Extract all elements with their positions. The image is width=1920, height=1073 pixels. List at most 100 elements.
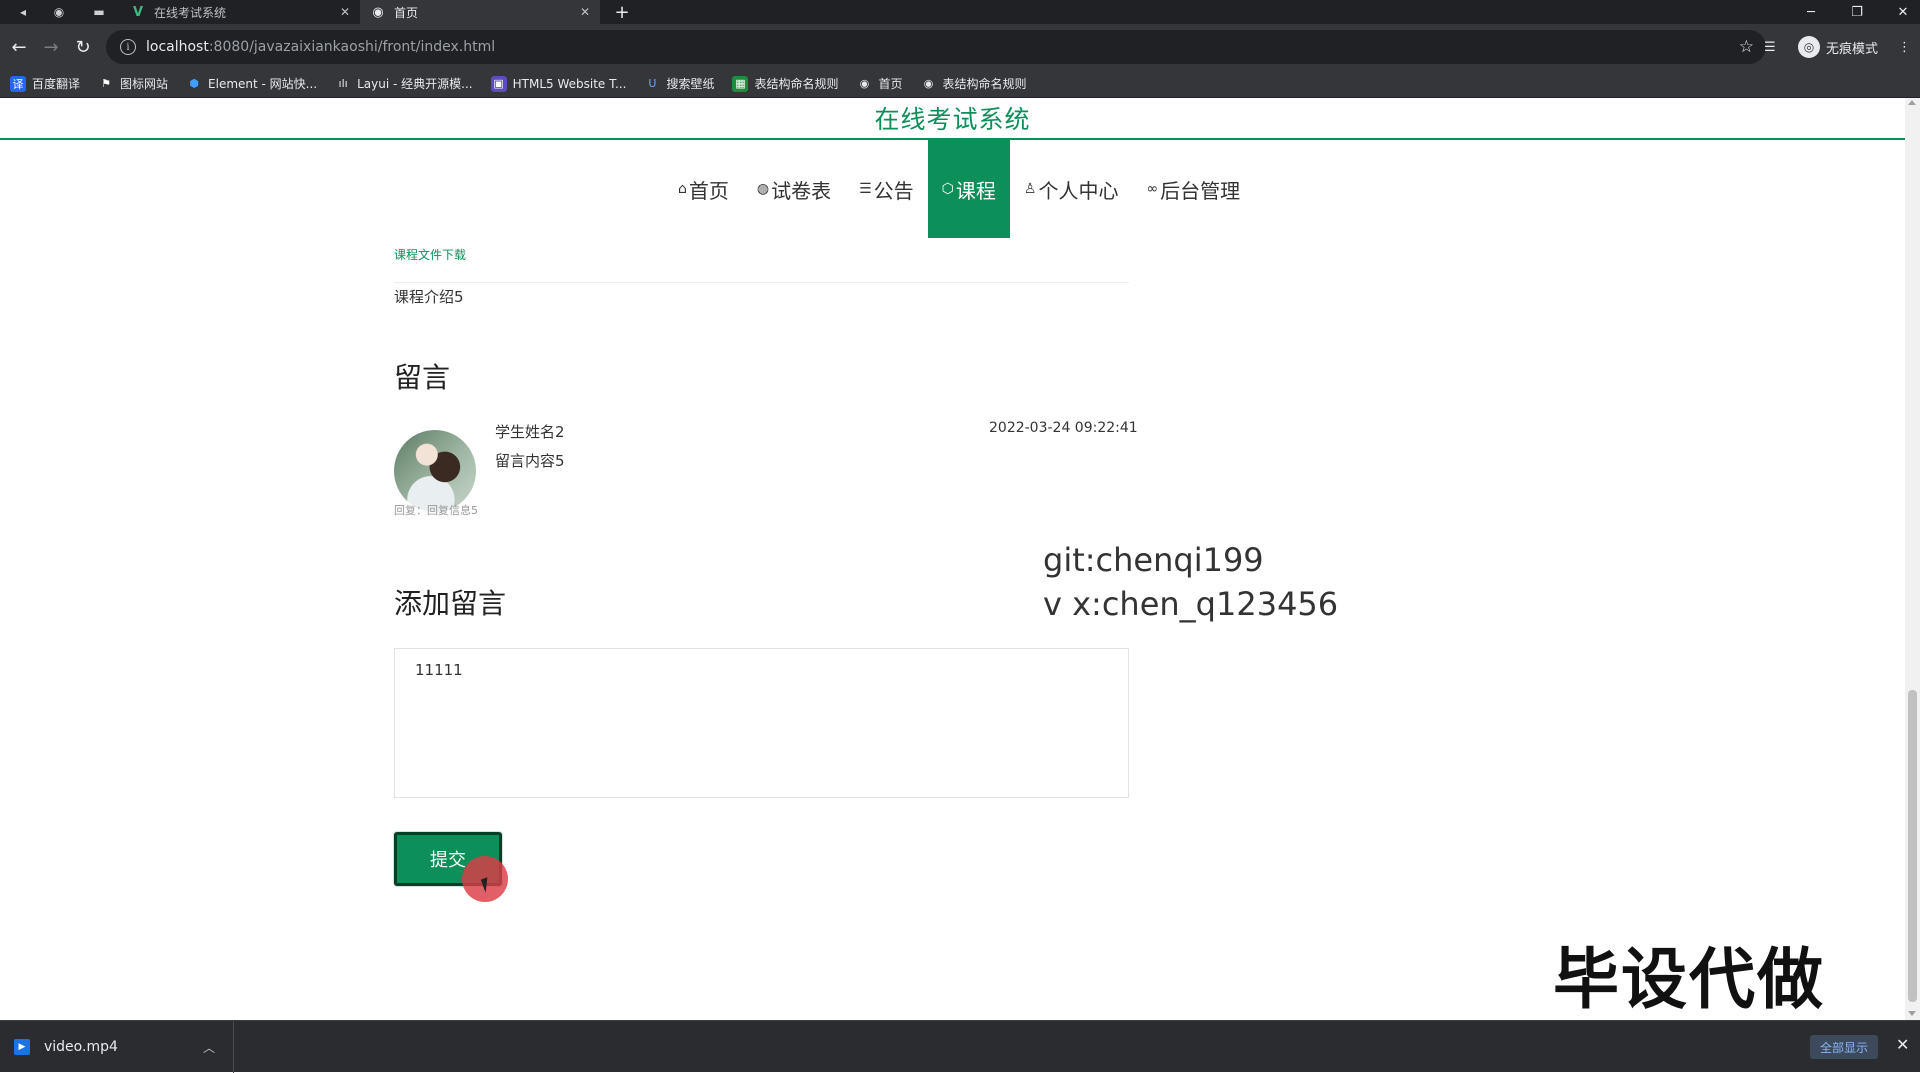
sheet-icon: ▦ (732, 75, 749, 92)
globe-icon: ◍ (756, 181, 770, 197)
nav-item-admin[interactable]: ∞ 后台管理 (1132, 140, 1254, 238)
bookmark-label: 图标网站 (120, 77, 169, 91)
bookmark-star-icon[interactable]: ☆ (1739, 37, 1754, 57)
url-host: localhost (146, 39, 209, 55)
incognito-label: 无痕模式 (1826, 41, 1879, 57)
link-icon: ∞ (1146, 181, 1159, 197)
nav-label: 试卷表 (771, 178, 832, 203)
nav-label: 课程 (955, 178, 996, 203)
home-icon: ⌂ (678, 181, 687, 197)
layui-logo-icon: ılı (338, 77, 348, 90)
download-shelf: ▶ video.mp4 ︿ 全部显示 ✕ (0, 1020, 1920, 1073)
bookmark-label: 百度翻译 (32, 77, 81, 91)
scroll-up-icon[interactable] (1908, 100, 1916, 105)
bookmark-item[interactable]: ▦ 表结构命名规则 (732, 75, 838, 92)
url-path: :8080/javazaixiankaoshi/front/index.html (208, 39, 496, 55)
nav-item-announcements[interactable]: ☰ 公告 (845, 140, 928, 238)
video-file-icon: ▶ (14, 1039, 30, 1055)
nav-label: 个人中心 (1038, 178, 1119, 203)
wechat-text: v x:chen_q123456 (1043, 585, 1339, 623)
bookmark-label: 搜索壁纸 (666, 77, 715, 91)
baidu-translate-icon: 译 (10, 75, 26, 92)
layers-icon: ☰ (859, 181, 872, 197)
user-icon: ♙ (1023, 181, 1037, 197)
nav-item-courses[interactable]: ⬡ 课程 (927, 140, 1010, 238)
bookmark-item[interactable]: ⚑ 图标网站 (98, 75, 168, 92)
nav-label: 公告 (873, 178, 914, 203)
reading-list-icon[interactable]: ☰ (1764, 32, 1776, 62)
bookmark-item[interactable]: ◉ 表结构命名规则 (921, 75, 1027, 92)
page-viewport: 在线考试系统 ⌂ 首页 ◍ 试卷表 ☰ 公告 ⬡ 课程 ♙ 个人中心 ∞ 后台管… (0, 98, 1905, 1020)
bookmark-label: 表结构命名规则 (942, 77, 1027, 91)
contact-watermark: git:chenqi199 v x:chen_q123456 (1043, 538, 1338, 626)
globe-icon: ◉ (923, 77, 934, 90)
git-text: git:chenqi199 (1043, 541, 1264, 579)
tab-search-icon[interactable]: ▬ (84, 0, 114, 24)
bookmark-item[interactable]: ▣ HTML5 Website T... (490, 75, 626, 92)
wallpaper-search-icon: U (648, 77, 657, 90)
bookmark-label: 表结构命名规则 (754, 77, 839, 91)
bookmark-label: Element - 网站快... (208, 77, 318, 91)
page-scrollbar[interactable] (1905, 98, 1920, 1020)
bookmarks-bar: 译 百度翻译 ⚑ 图标网站 ⬢ Element - 网站快... ılı Lay… (0, 70, 1920, 98)
new-tab-button[interactable]: + (608, 0, 636, 24)
bookmark-item[interactable]: ◉ 首页 (856, 75, 903, 92)
bookmark-item[interactable]: 译 百度翻译 (10, 75, 80, 92)
commenter-name: 学生姓名2 (495, 423, 565, 441)
close-icon[interactable]: ✕ (1896, 1035, 1909, 1054)
main-nav: ⌂ 首页 ◍ 试卷表 ☰ 公告 ⬡ 课程 ♙ 个人中心 ∞ 后台管理 (664, 140, 1254, 238)
tab-close-icon[interactable]: ✕ (580, 5, 590, 19)
add-comment-heading: 添加留言 (394, 587, 507, 620)
tab-audio-icon[interactable]: ◂ (8, 0, 38, 24)
html5-template-icon: ▣ (490, 75, 507, 92)
scroll-down-icon[interactable] (1908, 1011, 1916, 1016)
tab-home[interactable]: ◉ 首页 ✕ (360, 0, 600, 24)
scrollbar-thumb[interactable] (1908, 690, 1917, 1002)
globe-icon: ◉ (372, 4, 384, 20)
course-intro: 课程介绍5 (394, 288, 464, 306)
site-title: 在线考试系统 (874, 105, 1031, 134)
comment-textarea[interactable] (394, 648, 1129, 798)
globe-icon[interactable]: ◉ (44, 0, 74, 24)
comment-reply: 回复：回复信息5 (394, 504, 478, 517)
nav-item-personal-center[interactable]: ♙ 个人中心 (1010, 140, 1133, 238)
element-logo-icon: ⬢ (189, 77, 199, 90)
forward-arrow-icon[interactable]: → (36, 32, 66, 62)
incognito-profile[interactable]: ◎ 无痕模式 (1798, 32, 1878, 62)
flag-icon: ⚑ (101, 77, 111, 90)
chevron-up-icon[interactable]: ︿ (203, 1039, 215, 1056)
restore-icon[interactable]: ❐ (1834, 0, 1880, 24)
reload-icon[interactable]: ↻ (68, 32, 98, 62)
close-window-icon[interactable]: ✕ (1880, 0, 1920, 24)
tab-close-icon[interactable]: ✕ (340, 5, 350, 19)
divider (394, 282, 1129, 283)
bookmark-label: 首页 (878, 77, 903, 91)
minimize-icon[interactable]: ─ (1788, 0, 1834, 24)
comment-timestamp: 2022-03-24 09:22:41 (989, 420, 1138, 436)
back-arrow-icon[interactable]: ← (4, 32, 34, 62)
browser-menu-icon[interactable]: ⋮ (1898, 32, 1911, 62)
nav-item-home[interactable]: ⌂ 首页 (664, 140, 743, 238)
bookmark-item[interactable]: ⬢ Element - 网站快... (186, 75, 317, 92)
download-file-name: video.mp4 (44, 1039, 118, 1055)
show-all-downloads-button[interactable]: 全部显示 (1810, 1035, 1879, 1059)
site-info-icon[interactable]: i (120, 39, 136, 55)
comment-content: 留言内容5 (495, 452, 565, 470)
bookmark-item[interactable]: ılı Layui - 经典开源模... (335, 75, 473, 92)
vue-logo-icon: V (132, 4, 144, 20)
nav-item-exam-papers[interactable]: ◍ 试卷表 (743, 140, 845, 238)
tab-exam-system[interactable]: V 在线考试系统 ✕ (120, 0, 360, 24)
address-bar[interactable]: i localhost:8080/javazaixiankaoshi/front… (106, 30, 1766, 64)
bookmark-label: Layui - 经典开源模... (357, 77, 473, 91)
course-file-download-link[interactable]: 课程文件下载 (394, 246, 466, 263)
tab-title: 首页 (394, 5, 419, 20)
cube-icon: ⬡ (941, 181, 954, 197)
incognito-icon: ◎ (1798, 36, 1820, 58)
browser-toolbar: ← → ↻ i localhost:8080/javazaixiankaoshi… (0, 24, 1920, 70)
download-item[interactable]: ▶ video.mp4 ︿ (0, 1021, 234, 1073)
bookmark-item[interactable]: U 搜索壁纸 (644, 75, 714, 92)
comments-heading: 留言 (394, 361, 451, 394)
avatar (394, 430, 476, 512)
promo-watermark: 毕设代做 (1553, 941, 1825, 1018)
tab-title: 在线考试系统 (154, 5, 227, 20)
